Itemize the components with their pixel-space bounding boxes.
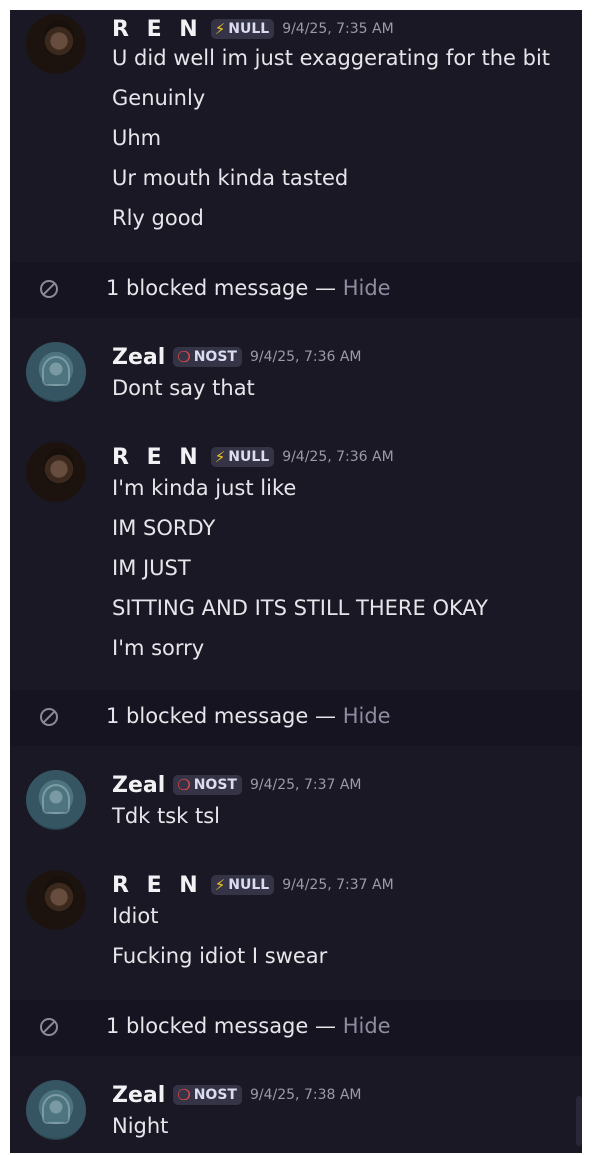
- lightning-icon: ⚡: [214, 447, 226, 466]
- timestamp: 9/4/25, 7:36 AM: [249, 349, 362, 365]
- role-tag[interactable]: ❍ NOST: [173, 347, 242, 367]
- timestamp: 9/4/25, 7:36 AM: [282, 449, 394, 465]
- role-tag[interactable]: ⚡ NULL: [210, 19, 275, 39]
- role-tag[interactable]: ⚡ NULL: [210, 875, 275, 895]
- ring-icon: ❍: [177, 347, 191, 366]
- message-header: R E N ⚡ NULL 9/4/25, 7:35 AM: [112, 16, 394, 42]
- block-icon: [40, 708, 58, 726]
- blocked-label: 1 blocked message —: [106, 276, 336, 300]
- author-name[interactable]: R E N: [112, 873, 203, 898]
- message-header: R E N ⚡ NULL 9/4/25, 7:37 AM: [112, 872, 394, 898]
- author-name[interactable]: R E N: [112, 445, 203, 470]
- hide-link[interactable]: Hide: [343, 1014, 391, 1038]
- block-icon: [40, 1018, 58, 1036]
- message-header: R E N ⚡ NULL 9/4/25, 7:36 AM: [112, 444, 394, 470]
- blocked-label: 1 blocked message —: [106, 1014, 336, 1038]
- message-group: R E N ⚡ NULL 9/4/25, 7:36 AM I'm kinda j…: [10, 440, 582, 690]
- message-line: U did well im just exaggerating for the …: [112, 46, 551, 70]
- message-group: Zeal ❍ NOST 9/4/25, 7:36 AM Dont say tha…: [10, 340, 582, 406]
- role-tag[interactable]: ❍ NOST: [173, 775, 242, 795]
- scrollbar[interactable]: [576, 1096, 582, 1146]
- message-line: Dont say that: [112, 376, 255, 400]
- message-line: Ur mouth kinda tasted: [112, 166, 349, 190]
- message-line: I'm sorry: [112, 636, 205, 660]
- lightning-icon: ⚡: [214, 19, 226, 38]
- message-line: Rly good: [112, 206, 204, 230]
- message-group: Zeal ❍ NOST 9/4/25, 7:37 AM Tdk tsk tsl: [10, 768, 582, 838]
- message-line: Tdk tsk tsl: [112, 804, 221, 828]
- blocked-message-row: 1 blocked message — Hide: [10, 690, 582, 746]
- message-line: Fucking idiot I swear: [112, 944, 328, 968]
- message-line: Genuinly: [112, 86, 206, 110]
- avatar[interactable]: [26, 770, 86, 830]
- message-group: Zeal ❍ NOST 9/4/25, 7:38 AM Night: [10, 1078, 582, 1153]
- avatar[interactable]: [26, 1080, 86, 1140]
- timestamp: 9/4/25, 7:37 AM: [249, 777, 362, 793]
- message-group: R E N ⚡ NULL 9/4/25, 7:37 AM Idiot Fucki…: [10, 868, 582, 1000]
- message-line: IM SORDY: [112, 516, 216, 540]
- avatar[interactable]: [26, 442, 86, 502]
- avatar[interactable]: [26, 14, 86, 74]
- role-tag[interactable]: ⚡ NULL: [210, 447, 275, 467]
- ring-icon: ❍: [177, 775, 191, 794]
- blocked-message-row: 1 blocked message — Hide: [10, 1000, 582, 1056]
- hide-link[interactable]: Hide: [343, 704, 391, 728]
- ring-icon: ❍: [177, 1085, 191, 1104]
- block-icon: [40, 280, 58, 298]
- author-name[interactable]: Zeal: [112, 1083, 165, 1108]
- hide-link[interactable]: Hide: [343, 276, 391, 300]
- message-line: Idiot: [112, 904, 159, 928]
- message-header: Zeal ❍ NOST 9/4/25, 7:37 AM: [112, 772, 362, 798]
- timestamp: 9/4/25, 7:38 AM: [249, 1087, 362, 1103]
- message-header: Zeal ❍ NOST 9/4/25, 7:38 AM: [112, 1082, 362, 1108]
- avatar[interactable]: [26, 342, 86, 402]
- blocked-message-row: 1 blocked message — Hide: [10, 262, 582, 318]
- author-name[interactable]: Zeal: [112, 773, 165, 798]
- message-line: Uhm: [112, 126, 162, 150]
- message-group: R E N ⚡ NULL 9/4/25, 7:35 AM U did well …: [10, 10, 582, 262]
- message-header: Zeal ❍ NOST 9/4/25, 7:36 AM: [112, 344, 362, 370]
- message-line: I'm kinda just like: [112, 476, 297, 500]
- lightning-icon: ⚡: [214, 875, 226, 894]
- message-line: IM JUST: [112, 556, 191, 580]
- role-tag[interactable]: ❍ NOST: [173, 1085, 242, 1105]
- avatar[interactable]: [26, 870, 86, 930]
- blocked-label: 1 blocked message —: [106, 704, 336, 728]
- timestamp: 9/4/25, 7:35 AM: [282, 21, 394, 37]
- timestamp: 9/4/25, 7:37 AM: [282, 877, 394, 893]
- message-line: SITTING AND ITS STILL THERE OKAY: [112, 596, 488, 620]
- author-name[interactable]: Zeal: [112, 345, 165, 370]
- author-name[interactable]: R E N: [112, 17, 203, 42]
- chat-frame: R E N ⚡ NULL 9/4/25, 7:35 AM U did well …: [10, 10, 582, 1153]
- message-line: Night: [112, 1114, 169, 1138]
